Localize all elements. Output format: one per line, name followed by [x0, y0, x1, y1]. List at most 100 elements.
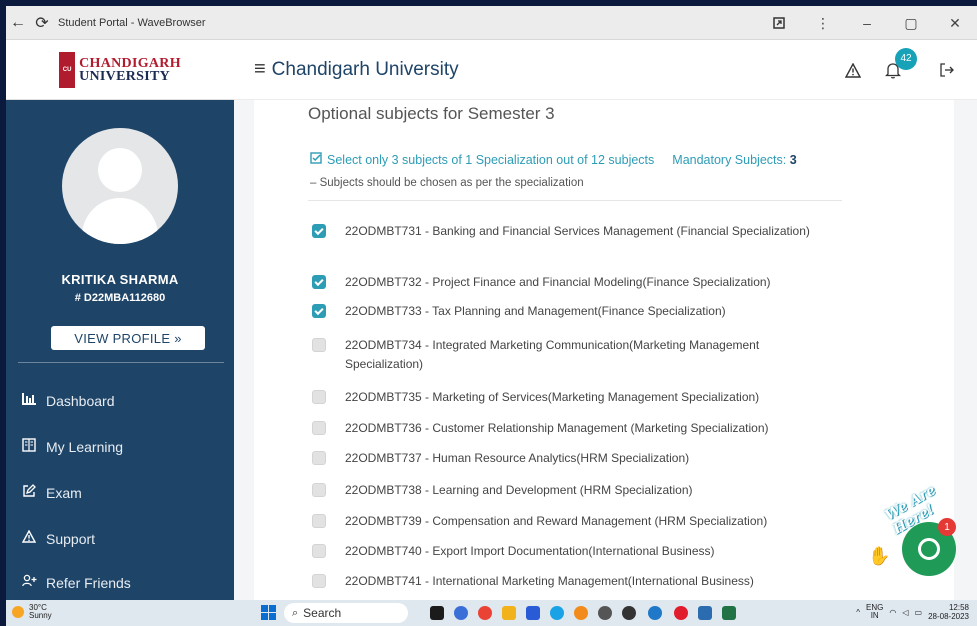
university-logo[interactable]: CU CHANDIGARH UNIVERSITY [6, 40, 234, 100]
subject-row[interactable]: 22ODMBT733 - Tax Planning and Management… [312, 302, 810, 321]
chat-badge: 1 [938, 518, 956, 536]
subject-label: 22ODMBT732 - Project Finance and Financi… [345, 275, 771, 289]
subject-label: 22ODMBT735 - Marketing of Services(Marke… [345, 390, 760, 404]
sidebar-item-label: Dashboard [46, 392, 115, 409]
volume-icon[interactable]: ◁ [902, 608, 908, 617]
battery-icon[interactable]: ▭ [915, 608, 923, 617]
subject-checkbox[interactable] [312, 451, 326, 465]
subject-label: 22ODMBT741 - International Marketing Man… [345, 574, 754, 588]
chrome-icon[interactable] [478, 606, 492, 620]
sun-icon [12, 606, 24, 618]
subject-row[interactable]: 22ODMBT732 - Project Finance and Financi… [312, 273, 810, 292]
sidebar-item-dashboard[interactable]: Dashboard [22, 392, 115, 409]
subject-checkbox[interactable] [312, 275, 326, 289]
browser-icon[interactable] [574, 606, 588, 620]
hamburger-menu-icon[interactable]: ≡ [254, 58, 266, 81]
opera-icon[interactable] [674, 606, 688, 620]
task-view-icon[interactable] [430, 606, 444, 620]
subject-row[interactable]: 22ODMBT731 - Banking and Financial Servi… [312, 222, 810, 241]
view-profile-button[interactable]: VIEW PROFILE » [51, 326, 205, 350]
sidebar-item-exam[interactable]: Exam [22, 484, 82, 502]
subject-row[interactable]: 22ODMBT739 - Compensation and Reward Man… [312, 512, 810, 531]
subject-checkbox[interactable] [312, 421, 326, 435]
mandatory-subjects: Mandatory Subjects: 3 [672, 152, 797, 167]
language-indicator[interactable]: ENG IN [866, 604, 883, 620]
sidebar-item-label: My Learning [46, 439, 124, 455]
app-icon[interactable] [598, 606, 612, 620]
subject-checkbox[interactable] [312, 574, 326, 588]
wavebrowser-icon[interactable] [648, 606, 662, 620]
instruction-text: Select only 3 subjects of 1 Specializati… [327, 152, 655, 167]
edit-icon [22, 484, 46, 502]
check-square-icon [310, 152, 322, 167]
minimize-icon[interactable]: – [845, 6, 889, 40]
subject-row[interactable]: 22ODMBT740 - Export Import Documentation… [312, 542, 810, 561]
windows-start-icon[interactable] [261, 605, 276, 620]
card-divider [308, 200, 842, 201]
chat-app-icon[interactable] [454, 606, 468, 620]
subject-row[interactable]: 22ODMBT737 - Human Resource Analytics(HR… [312, 449, 810, 468]
sidebar-item-refer-friends[interactable]: Refer Friends [22, 574, 131, 591]
subject-checkbox[interactable] [312, 338, 326, 352]
weather-widget[interactable]: 30°C Sunny [12, 604, 52, 620]
subject-row[interactable]: 22ODMBT741 - International Marketing Man… [312, 572, 810, 591]
browser-titlebar: ← ⟳ Student Portal - WaveBrowser ⋮ – ▢ ✕ [6, 6, 977, 40]
dell-icon[interactable] [622, 606, 636, 620]
notification-bell-icon[interactable]: 42 [873, 47, 917, 79]
logo-line2: UNIVERSITY [79, 68, 171, 84]
windows-taskbar: 30°C Sunny ⌕ Search ^ ENG IN ◠ ◁ ▭ 12:58 28 [6, 600, 977, 626]
taskbar-search[interactable]: ⌕ Search [284, 603, 408, 623]
logo-line1: CHANDIGARH [79, 55, 181, 71]
chevron-up-icon[interactable]: ^ [856, 608, 860, 617]
avatar [62, 128, 178, 244]
subject-label: 22ODMBT740 - Export Import Documentation… [345, 544, 715, 558]
notification-badge: 42 [895, 47, 917, 70]
weather-desc: Sunny [29, 611, 52, 620]
bar-chart-icon [22, 392, 46, 409]
sidebar-item-label: Refer Friends [46, 574, 131, 591]
subject-checkbox[interactable] [312, 483, 326, 497]
edge-icon[interactable] [550, 606, 564, 620]
external-link-icon[interactable] [757, 6, 801, 40]
selection-instruction: Select only 3 subjects of 1 Specializati… [310, 152, 797, 167]
reload-icon[interactable]: ⟳ [30, 11, 54, 35]
logout-icon[interactable] [927, 62, 967, 78]
store-icon[interactable] [526, 606, 540, 620]
subject-row[interactable]: 22ODMBT736 - Customer Relationship Manag… [312, 419, 810, 438]
sidebar-item-support[interactable]: Support [21, 529, 96, 547]
logo-emblem-icon: CU [59, 51, 76, 88]
alert-icon[interactable] [833, 62, 873, 78]
taskbar-clock[interactable]: 12:58 28-08-2023 [928, 603, 969, 621]
user-id: # D22MBA112680 [74, 292, 166, 304]
subject-checkbox[interactable] [312, 304, 326, 318]
subject-label: 22ODMBT738 - Learning and Development (H… [345, 483, 693, 497]
subject-label: 22ODMBT739 - Compensation and Reward Man… [345, 514, 768, 528]
subject-row[interactable]: 22ODMBT734 - Integrated Marketing Commun… [312, 336, 810, 374]
waving-hand-icon: ✋ [868, 546, 891, 566]
subject-row[interactable]: 22ODMBT735 - Marketing of Services(Marke… [312, 388, 810, 407]
subject-checkbox[interactable] [312, 514, 326, 528]
sidebar-divider [18, 362, 224, 363]
user-name: KRITIKA SHARMA [61, 272, 179, 287]
wifi-icon[interactable]: ◠ [889, 608, 896, 617]
maximize-icon[interactable]: ▢ [889, 6, 933, 40]
sidebar-item-my-learning[interactable]: My Learning [22, 438, 123, 456]
specialization-note: – Subjects should be chosen as per the s… [310, 177, 584, 189]
sidebar: CU CHANDIGARH UNIVERSITY KRITIKA SHARMA … [6, 40, 234, 600]
sidebar-item-label: Support [46, 530, 96, 547]
subject-checkbox[interactable] [312, 544, 326, 558]
subject-checkbox[interactable] [312, 390, 326, 404]
file-explorer-icon[interactable] [502, 606, 516, 620]
page-title: Optional subjects for Semester 3 [308, 104, 555, 123]
subject-row[interactable]: 22ODMBT738 - Learning and Development (H… [312, 481, 810, 500]
back-icon[interactable]: ← [6, 11, 30, 35]
subject-checkbox[interactable] [312, 224, 326, 238]
close-icon[interactable]: ✕ [933, 6, 977, 40]
subject-label: 22ODMBT733 - Tax Planning and Management… [345, 304, 726, 318]
app-window-icon[interactable] [698, 606, 712, 620]
kebab-menu-icon[interactable]: ⋮ [801, 6, 845, 40]
subject-label: 22ODMBT736 - Customer Relationship Manag… [345, 421, 769, 435]
chat-widget[interactable]: We Are Here! ✋ 1 [860, 476, 977, 586]
excel-icon[interactable] [722, 606, 736, 620]
subject-label: 22ODMBT737 - Human Resource Analytics(HR… [345, 451, 690, 465]
